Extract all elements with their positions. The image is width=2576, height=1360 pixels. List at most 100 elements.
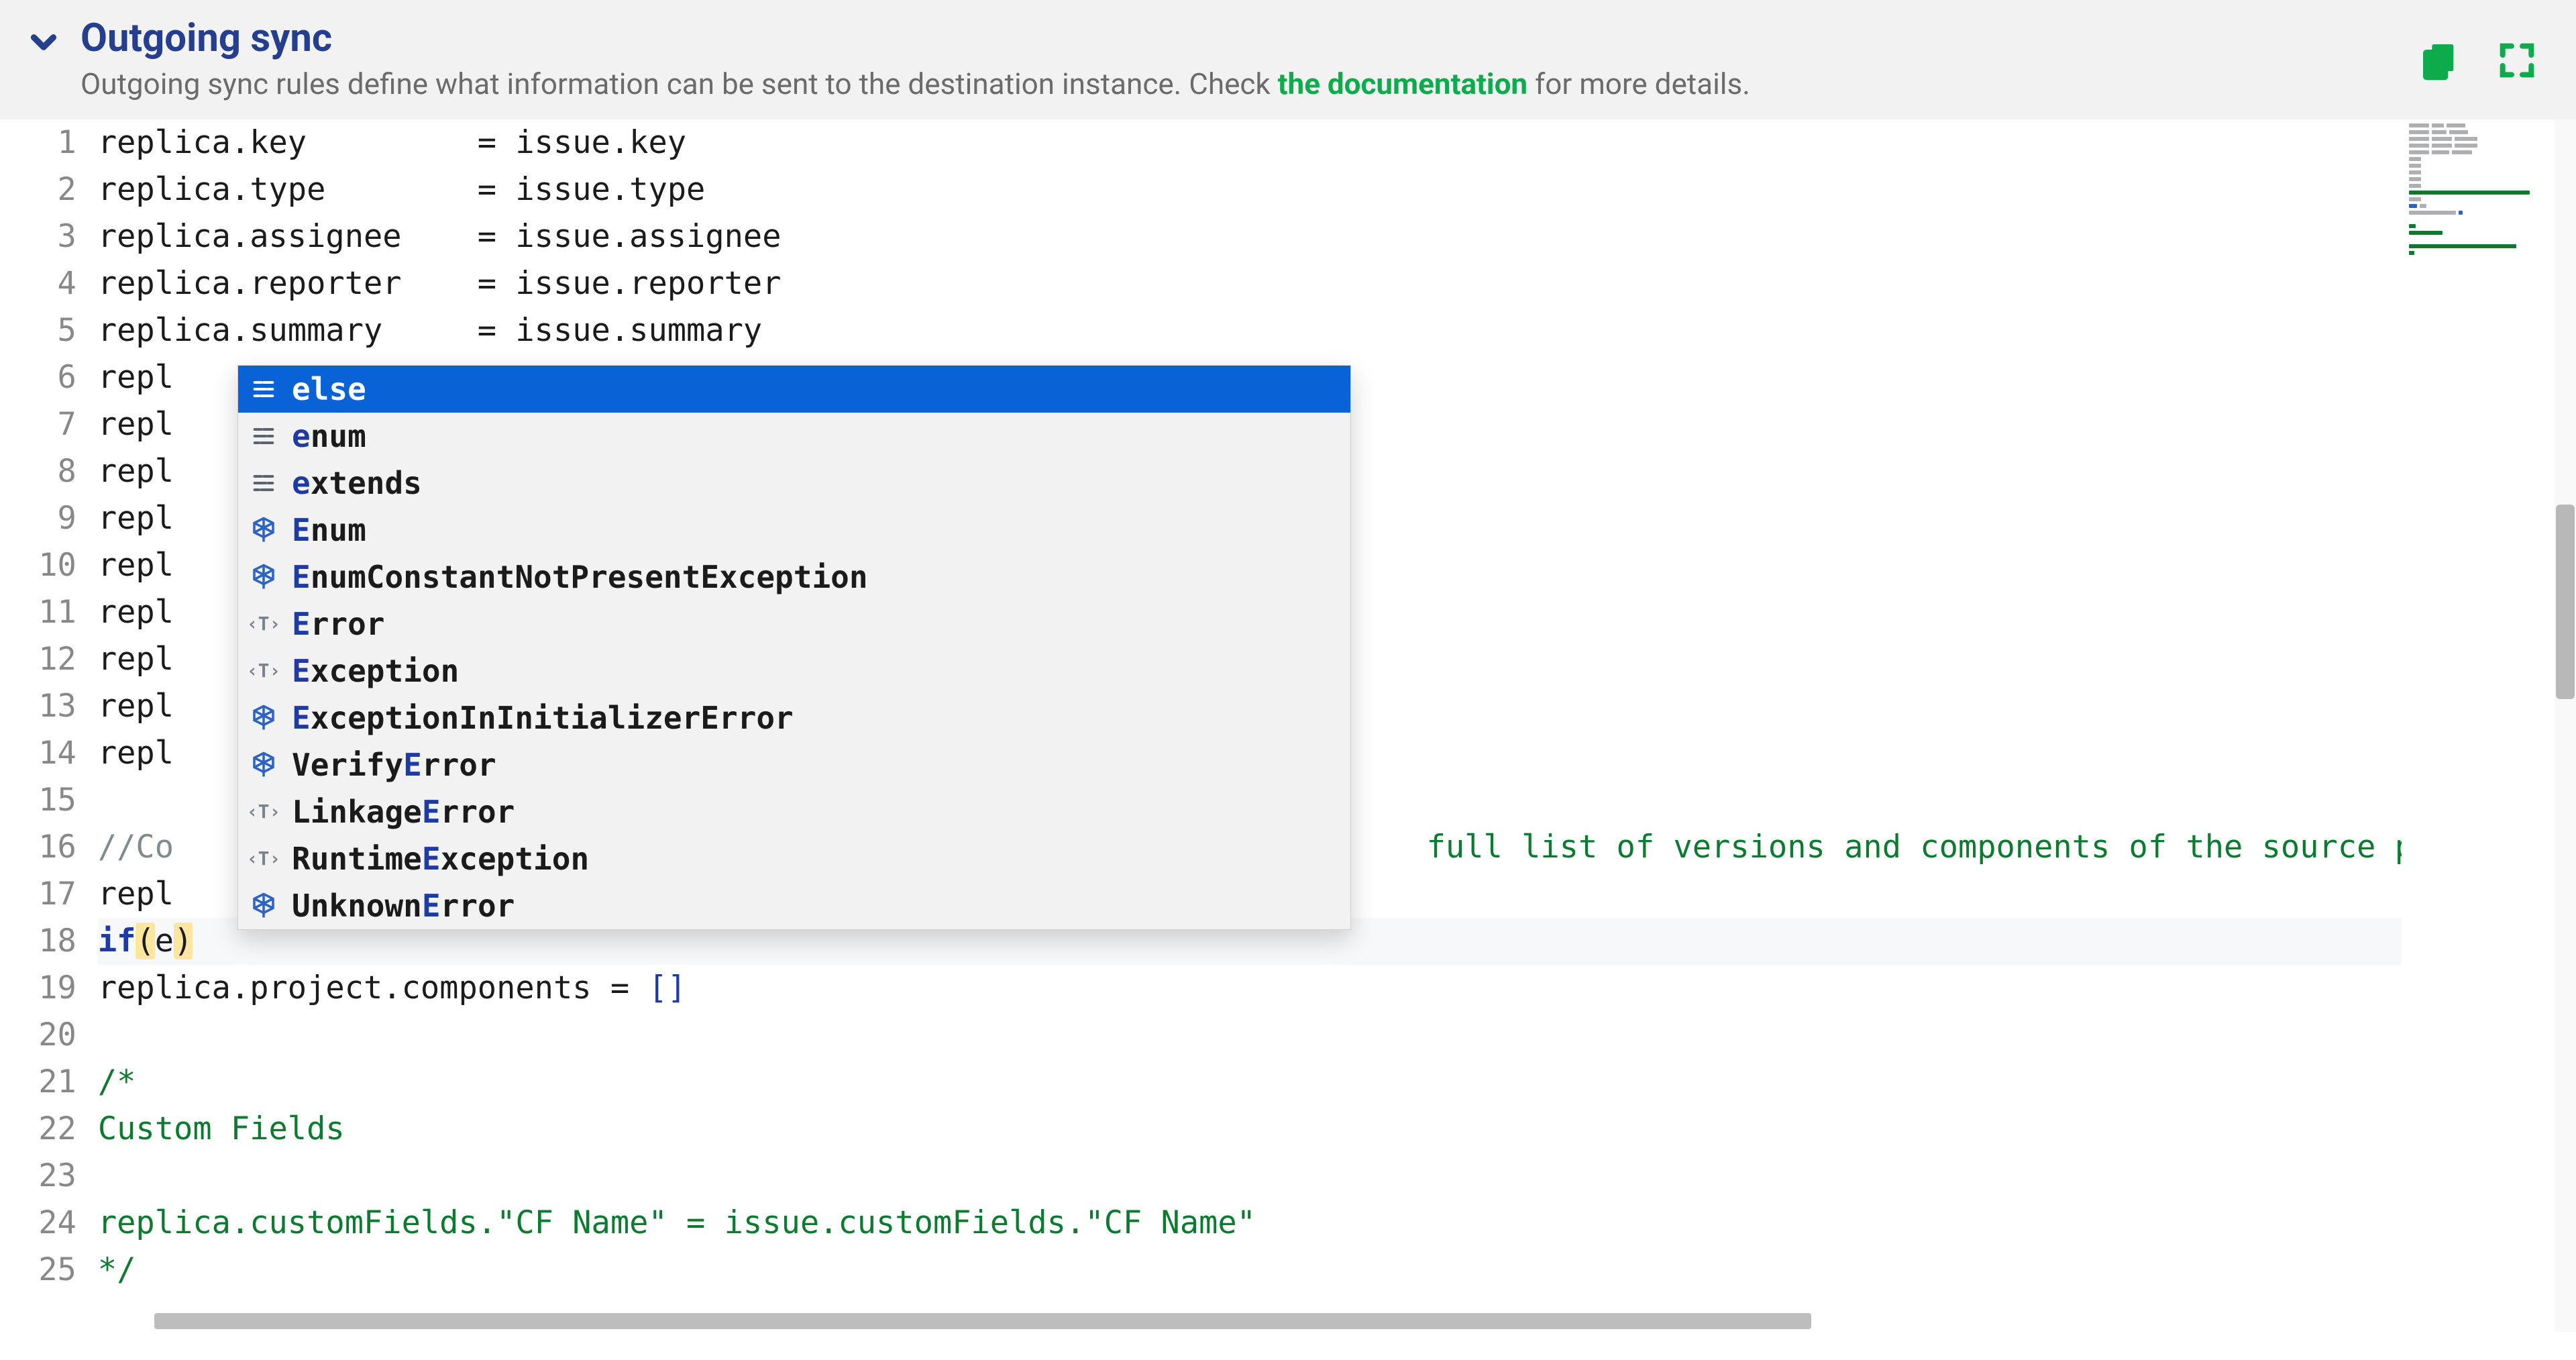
line-number: 5 [13, 307, 76, 354]
autocomplete-label: Exception [292, 647, 459, 694]
code-line[interactable] [98, 1012, 2388, 1059]
autocomplete-label: LinkageError [292, 788, 515, 835]
autocomplete-item[interactable]: VerifyError [238, 741, 1350, 788]
documentation-link[interactable]: the documentation [1278, 66, 1527, 101]
type-icon: ‹T› [248, 843, 280, 875]
code-line[interactable] [98, 1153, 2388, 1200]
horizontal-scrollbar-thumb[interactable] [154, 1313, 1811, 1329]
header-title: Outgoing sync [80, 16, 2400, 61]
line-number: 15 [13, 777, 76, 824]
class-icon [248, 702, 280, 734]
class-icon [248, 749, 280, 781]
minimap-line [2409, 197, 2569, 201]
keyword-icon [248, 373, 280, 405]
line-number: 17 [13, 871, 76, 918]
keyword-icon [248, 420, 280, 452]
copy-icon [2418, 39, 2461, 82]
autocomplete-item[interactable]: else [238, 366, 1350, 413]
minimap-line [2409, 191, 2569, 195]
line-number: 6 [13, 354, 76, 401]
line-number: 16 [13, 824, 76, 871]
autocomplete-item[interactable]: enum [238, 413, 1350, 460]
autocomplete-popup[interactable]: elseenumextendsEnumEnumConstantNotPresen… [237, 365, 1351, 930]
fullscreen-icon [2496, 39, 2538, 82]
class-icon [248, 561, 280, 593]
minimap-line [2409, 211, 2569, 215]
keyword-icon [248, 467, 280, 499]
autocomplete-item[interactable]: ‹T› Error [238, 600, 1350, 647]
autocomplete-label: VerifyError [292, 741, 496, 788]
line-number: 9 [13, 495, 76, 542]
minimap-line [2409, 217, 2569, 221]
autocomplete-item[interactable]: Enum [238, 507, 1350, 554]
minimap-line [2409, 238, 2569, 242]
type-icon: ‹T› [248, 608, 280, 640]
minimap-line [2409, 164, 2569, 168]
autocomplete-item[interactable]: extends [238, 460, 1350, 507]
line-number: 20 [13, 1012, 76, 1059]
chevron-down-icon [24, 23, 63, 62]
minimap-line [2409, 137, 2569, 141]
minimap-line [2409, 244, 2569, 248]
line-number: 24 [13, 1200, 76, 1247]
class-icon [248, 890, 280, 922]
autocomplete-label: else [292, 366, 366, 413]
line-number-gutter: 1234567891011121314151617181920212223242… [0, 119, 98, 1332]
autocomplete-label: Error [292, 600, 384, 647]
autocomplete-label: UnknownError [292, 882, 515, 929]
line-number: 12 [13, 636, 76, 683]
code-line[interactable]: replica.summary = issue.summary [98, 307, 2388, 354]
minimap-line [2409, 177, 2569, 181]
type-icon: ‹T› [248, 796, 280, 828]
line-number: 3 [13, 213, 76, 260]
fullscreen-button[interactable] [2496, 39, 2538, 85]
vertical-scrollbar[interactable] [2555, 119, 2576, 1332]
code-line[interactable]: replica.type = issue.type [98, 166, 2388, 213]
autocomplete-item[interactable]: UnknownError [238, 882, 1350, 929]
minimap-line [2409, 144, 2569, 148]
horizontal-scrollbar[interactable] [101, 1310, 2402, 1332]
code-editor[interactable]: 1234567891011121314151617181920212223242… [0, 119, 2402, 1332]
minimap-line [2409, 170, 2569, 174]
minimap-line [2409, 204, 2569, 208]
line-number: 19 [13, 965, 76, 1012]
minimap[interactable] [2402, 119, 2576, 1332]
line-number: 8 [13, 448, 76, 495]
line-number: 14 [13, 730, 76, 777]
autocomplete-item[interactable]: ExceptionInInitializerError [238, 694, 1350, 741]
code-line[interactable]: replica.customFields."CF Name" = issue.c… [98, 1200, 2388, 1247]
autocomplete-item[interactable]: ‹T› Exception [238, 647, 1350, 694]
minimap-line [2409, 130, 2569, 134]
line-number: 25 [13, 1247, 76, 1294]
minimap-line [2409, 224, 2569, 228]
line-number: 7 [13, 401, 76, 448]
autocomplete-item[interactable]: ‹T› LinkageError [238, 788, 1350, 835]
code-line[interactable]: Custom Fields [98, 1106, 2388, 1153]
code-line[interactable]: */ [98, 1247, 2388, 1294]
minimap-line [2409, 184, 2569, 188]
code-line[interactable]: replica.key = issue.key [98, 119, 2388, 166]
vertical-scrollbar-thumb[interactable] [2556, 505, 2575, 699]
code-line[interactable]: /* [98, 1059, 2388, 1106]
collapse-toggle[interactable] [24, 16, 63, 64]
copy-button[interactable] [2418, 39, 2461, 85]
minimap-line [2409, 231, 2569, 235]
autocomplete-label: ExceptionInInitializerError [292, 694, 794, 741]
autocomplete-item[interactable]: EnumConstantNotPresentException [238, 554, 1350, 600]
autocomplete-label: enum [292, 413, 366, 460]
line-number: 23 [13, 1153, 76, 1200]
line-number: 11 [13, 589, 76, 636]
class-icon [248, 514, 280, 546]
autocomplete-label: RuntimeException [292, 835, 589, 882]
minimap-line [2409, 123, 2569, 127]
code-line[interactable]: replica.project.components = [] [98, 965, 2388, 1012]
line-number: 21 [13, 1059, 76, 1106]
minimap-line [2409, 251, 2569, 255]
type-icon: ‹T› [248, 655, 280, 687]
autocomplete-item[interactable]: ‹T› RuntimeException [238, 835, 1350, 882]
minimap-line [2409, 150, 2569, 154]
code-line[interactable]: replica.assignee = issue.assignee [98, 213, 2388, 260]
code-line[interactable]: replica.reporter = issue.reporter [98, 260, 2388, 307]
subtitle-prefix: Outgoing sync rules define what informat… [80, 66, 1278, 101]
minimap-line [2409, 157, 2569, 161]
